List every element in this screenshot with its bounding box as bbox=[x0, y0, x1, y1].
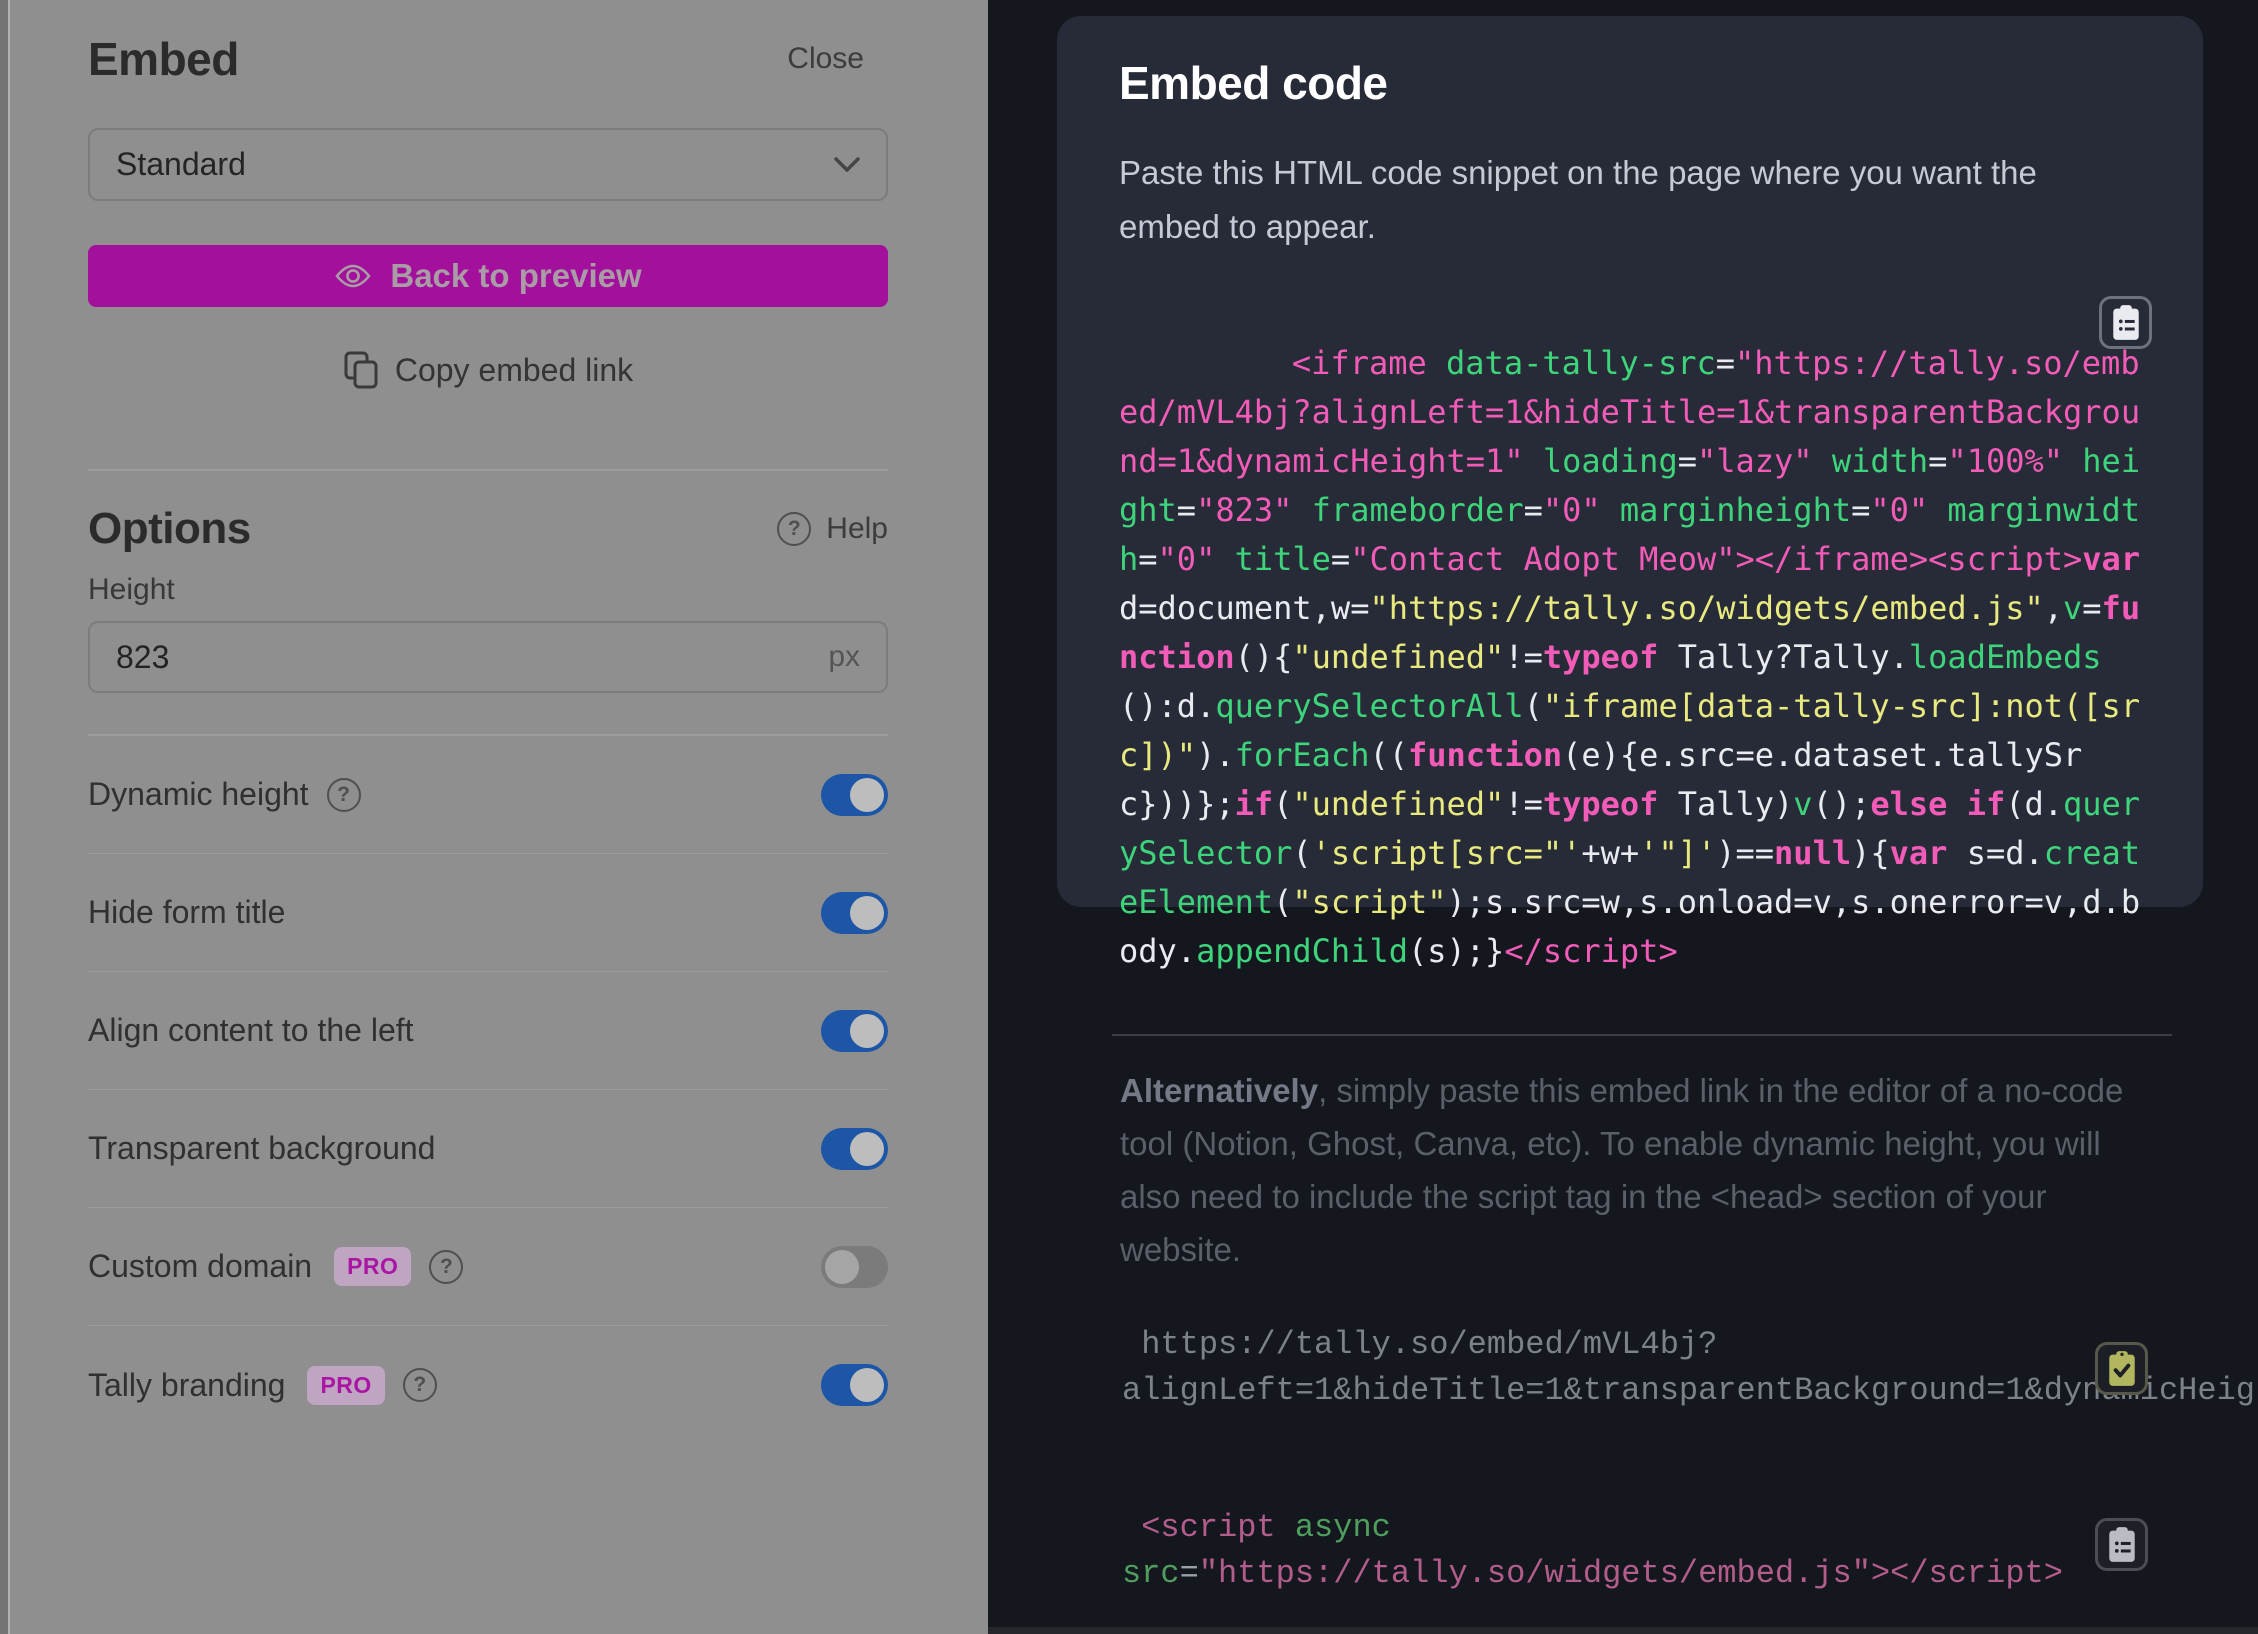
toggle-row: Dynamic height ? bbox=[88, 736, 888, 854]
toggle-label: Align content to the left bbox=[88, 1012, 414, 1049]
pro-badge: PRO bbox=[334, 1247, 411, 1286]
toggle-switch[interactable] bbox=[821, 1128, 888, 1170]
embed-code-block: <iframe data-tally-src="https://tally.so… bbox=[1119, 294, 2141, 1069]
embed-code-panel: Embed code Paste this HTML code snippet … bbox=[988, 0, 2258, 1634]
close-button[interactable]: Close bbox=[787, 42, 864, 76]
toggle-knob bbox=[850, 1368, 884, 1402]
height-field: px bbox=[88, 621, 888, 693]
toggle-row: Custom domain PRO ? bbox=[88, 1208, 888, 1326]
options-title: Options bbox=[88, 504, 251, 554]
embed-code-description: Paste this HTML code snippet on the page… bbox=[1119, 146, 2129, 254]
copy-script-button[interactable] bbox=[2095, 1518, 2148, 1571]
toggle-row: Align content to the left bbox=[88, 972, 888, 1090]
embed-settings-content: Embed Close Standard Back to preview bbox=[10, 0, 988, 1634]
panel-header: Embed Close bbox=[88, 30, 888, 88]
toggle-label: Tally branding bbox=[88, 1367, 285, 1404]
toggle-switch[interactable] bbox=[821, 1010, 888, 1052]
pro-badge: PRO bbox=[307, 1366, 384, 1405]
toggle-label: Custom domain bbox=[88, 1248, 312, 1285]
divider bbox=[88, 469, 888, 471]
height-field-label: Height bbox=[88, 573, 888, 607]
options-header: Options ? Help bbox=[88, 501, 888, 557]
copy-code-button[interactable] bbox=[2099, 296, 2152, 349]
question-circle-icon[interactable]: ? bbox=[327, 778, 361, 812]
back-to-preview-button[interactable]: Back to preview bbox=[88, 245, 888, 307]
chevron-down-icon bbox=[834, 157, 860, 173]
script-tag-code: <script async src="https://tally.so/widg… bbox=[1122, 1505, 2063, 1597]
toggle-knob bbox=[850, 1132, 884, 1166]
toggle-knob bbox=[825, 1250, 859, 1284]
toggle-switch[interactable] bbox=[821, 774, 888, 816]
panel-title: Embed bbox=[88, 32, 239, 86]
embed-code-text: <iframe data-tally-src="https://tally.so… bbox=[1119, 344, 2159, 970]
embed-code-card: Embed code Paste this HTML code snippet … bbox=[1057, 16, 2203, 907]
back-to-preview-label: Back to preview bbox=[390, 257, 641, 295]
help-label: Help bbox=[826, 512, 888, 546]
toggle-row: Tally branding PRO ? bbox=[88, 1326, 888, 1444]
toggle-knob bbox=[850, 778, 884, 812]
alternative-paragraph: Alternatively, simply paste this embed l… bbox=[1120, 1064, 2150, 1276]
toggle-label: Transparent background bbox=[88, 1130, 435, 1167]
toggle-row: Transparent background bbox=[88, 1090, 888, 1208]
toggle-knob bbox=[850, 896, 884, 930]
embed-type-value: Standard bbox=[116, 146, 246, 183]
height-unit-label: px bbox=[828, 640, 860, 674]
window-bottom-edge bbox=[988, 1627, 2258, 1634]
copy-icon bbox=[343, 350, 379, 390]
alternative-lead: Alternatively bbox=[1120, 1072, 1318, 1109]
panel-edge-strip bbox=[0, 0, 8, 1634]
toggle-switch[interactable] bbox=[821, 1364, 888, 1406]
toggle-label: Dynamic height bbox=[88, 776, 309, 813]
question-circle-icon: ? bbox=[777, 512, 811, 546]
embed-settings-panel: Embed Close Standard Back to preview bbox=[0, 0, 988, 1634]
question-circle-icon[interactable]: ? bbox=[429, 1250, 463, 1284]
toggle-switch[interactable] bbox=[821, 1246, 888, 1288]
embed-code-title: Embed code bbox=[1119, 56, 2147, 110]
toggle-list: Dynamic height ? Hide form title Align c… bbox=[88, 736, 888, 1444]
copy-link-copied-button[interactable] bbox=[2095, 1342, 2148, 1395]
help-button[interactable]: ? Help bbox=[777, 512, 888, 546]
divider bbox=[1112, 1034, 2172, 1036]
copy-embed-link-button[interactable]: Copy embed link bbox=[88, 347, 888, 393]
toggle-switch[interactable] bbox=[821, 892, 888, 934]
copy-embed-link-label: Copy embed link bbox=[395, 352, 633, 389]
toggle-label: Hide form title bbox=[88, 894, 285, 931]
embed-link-code: https://tally.so/embed/mVL4bj? alignLeft… bbox=[1122, 1322, 2258, 1414]
clipboard-icon bbox=[2108, 1526, 2136, 1563]
toggle-row: Hide form title bbox=[88, 854, 888, 972]
embed-type-select[interactable]: Standard bbox=[88, 128, 888, 201]
eye-icon bbox=[334, 262, 372, 290]
height-input[interactable] bbox=[116, 639, 828, 676]
embed-settings-screen: Embed Close Standard Back to preview bbox=[0, 0, 2258, 1634]
clipboard-check-icon bbox=[2108, 1350, 2136, 1387]
clipboard-icon bbox=[2112, 304, 2140, 341]
toggle-knob bbox=[850, 1014, 884, 1048]
question-circle-icon[interactable]: ? bbox=[403, 1368, 437, 1402]
